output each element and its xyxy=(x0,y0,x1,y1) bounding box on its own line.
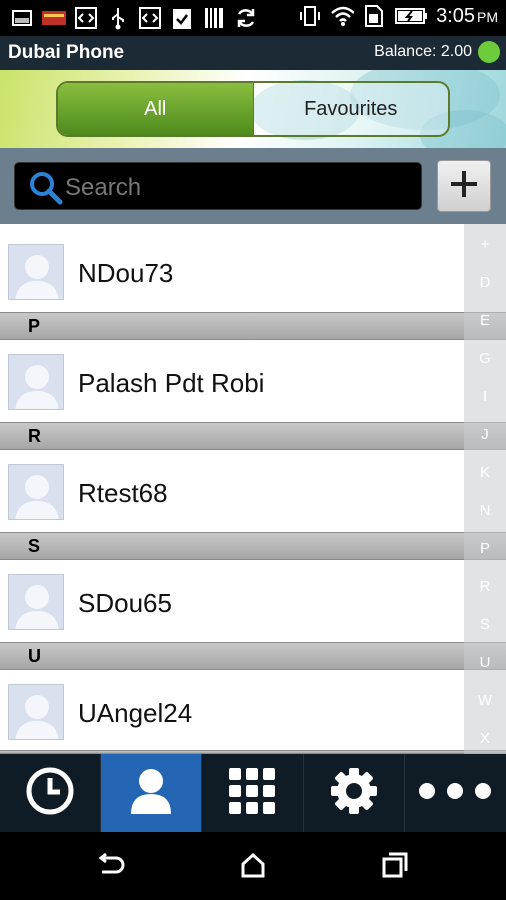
section-header: R xyxy=(0,422,506,450)
vibrate-icon xyxy=(298,4,322,28)
contact-row[interactable]: NDou73 xyxy=(0,224,506,312)
online-status-indicator xyxy=(478,41,500,63)
contact-name: UAngel24 xyxy=(78,698,193,728)
index-letter[interactable]: W xyxy=(464,692,506,709)
plus-icon xyxy=(449,169,479,204)
section-header: P xyxy=(0,312,506,340)
sim-icon xyxy=(362,4,386,28)
contact-row[interactable]: UAngel24 xyxy=(0,670,506,754)
tab-switcher: All Favourites xyxy=(56,81,450,137)
tab-favourites[interactable]: Favourites xyxy=(252,83,448,135)
avatar xyxy=(8,684,64,740)
alphabet-index[interactable]: + D E G I J K N P R S U W X xyxy=(464,224,506,754)
section-header: S xyxy=(0,532,506,560)
tab-all[interactable]: All xyxy=(58,83,253,135)
mail-icon xyxy=(42,6,66,30)
section-letter: U xyxy=(28,646,41,666)
wifi-icon xyxy=(330,4,355,28)
index-letter[interactable]: E xyxy=(464,312,506,329)
battery-icon xyxy=(394,4,428,28)
system-nav-bar xyxy=(0,832,506,900)
section-letter: P xyxy=(28,316,41,336)
contact-row[interactable]: Palash Pdt Robi xyxy=(0,340,506,428)
usb-icon xyxy=(106,6,130,30)
index-letter[interactable]: R xyxy=(464,578,506,595)
barcode-icon xyxy=(202,6,226,30)
nav-contacts[interactable] xyxy=(101,754,203,832)
contacts-icon xyxy=(129,766,173,821)
search-row: Search xyxy=(0,148,506,224)
nav-settings[interactable] xyxy=(304,754,405,832)
back-button[interactable] xyxy=(96,852,126,882)
section-letter: R xyxy=(28,426,41,446)
index-letter[interactable]: X xyxy=(464,730,506,747)
home-button[interactable] xyxy=(238,852,268,882)
clock-icon xyxy=(25,766,75,821)
nav-more[interactable] xyxy=(405,754,506,832)
app-title: Dubai Phone xyxy=(8,42,125,63)
clipboard-icon xyxy=(170,6,194,30)
index-letter[interactable]: I xyxy=(464,388,506,405)
avatar xyxy=(8,464,64,520)
contact-name: NDou73 xyxy=(78,258,174,288)
contact-list: NDou73 P Palash Pdt Robi R Rtest68 S SDo… xyxy=(0,224,506,754)
app-title-bar: Dubai Phone Balance: 2.00 xyxy=(0,36,506,70)
section-letter: S xyxy=(28,536,41,556)
dialpad-icon xyxy=(227,766,277,821)
more-icon xyxy=(417,781,493,806)
search-icon xyxy=(29,171,63,210)
tab-all-label: All xyxy=(144,97,167,120)
avatar xyxy=(8,354,64,410)
contact-name: Palash Pdt Robi xyxy=(78,368,265,398)
balance-label: Balance: 2.00 xyxy=(374,43,472,60)
code-icon xyxy=(138,6,162,30)
contact-name: Rtest68 xyxy=(78,478,168,508)
back-icon xyxy=(96,852,126,883)
contact-name: SDou65 xyxy=(78,588,172,618)
section-header: U xyxy=(0,642,506,670)
code-icon xyxy=(74,6,98,30)
contact-row[interactable]: Rtest68 xyxy=(0,450,506,538)
index-letter[interactable]: J xyxy=(464,426,506,443)
gallery-icon xyxy=(10,6,34,30)
recent-apps-button[interactable] xyxy=(380,852,410,882)
avatar xyxy=(8,244,64,300)
sync-icon xyxy=(234,6,258,30)
nav-dialpad[interactable] xyxy=(202,754,304,832)
recent-apps-icon xyxy=(381,851,409,884)
add-contact-button[interactable] xyxy=(437,160,491,212)
index-letter[interactable]: G xyxy=(464,350,506,367)
status-bar: 3:05 PM xyxy=(0,0,506,36)
index-letter[interactable]: K xyxy=(464,464,506,481)
index-letter[interactable]: U xyxy=(464,654,506,671)
index-letter[interactable]: N xyxy=(464,502,506,519)
index-letter[interactable]: P xyxy=(464,540,506,557)
index-letter[interactable]: D xyxy=(464,274,506,291)
index-letter[interactable]: + xyxy=(464,236,506,253)
header-banner: All Favourites xyxy=(0,70,506,148)
search-input[interactable]: Search xyxy=(14,162,422,210)
contact-row[interactable]: SDou65 xyxy=(0,560,506,648)
tab-favourites-label: Favourites xyxy=(304,97,398,120)
nav-recents[interactable] xyxy=(0,754,102,832)
clock-time: 3:05 PM xyxy=(436,4,498,27)
bottom-nav xyxy=(0,754,506,832)
home-icon xyxy=(239,852,267,883)
index-letter[interactable]: S xyxy=(464,616,506,633)
search-placeholder: Search xyxy=(65,174,142,201)
gear-icon xyxy=(329,766,379,821)
avatar xyxy=(8,574,64,630)
